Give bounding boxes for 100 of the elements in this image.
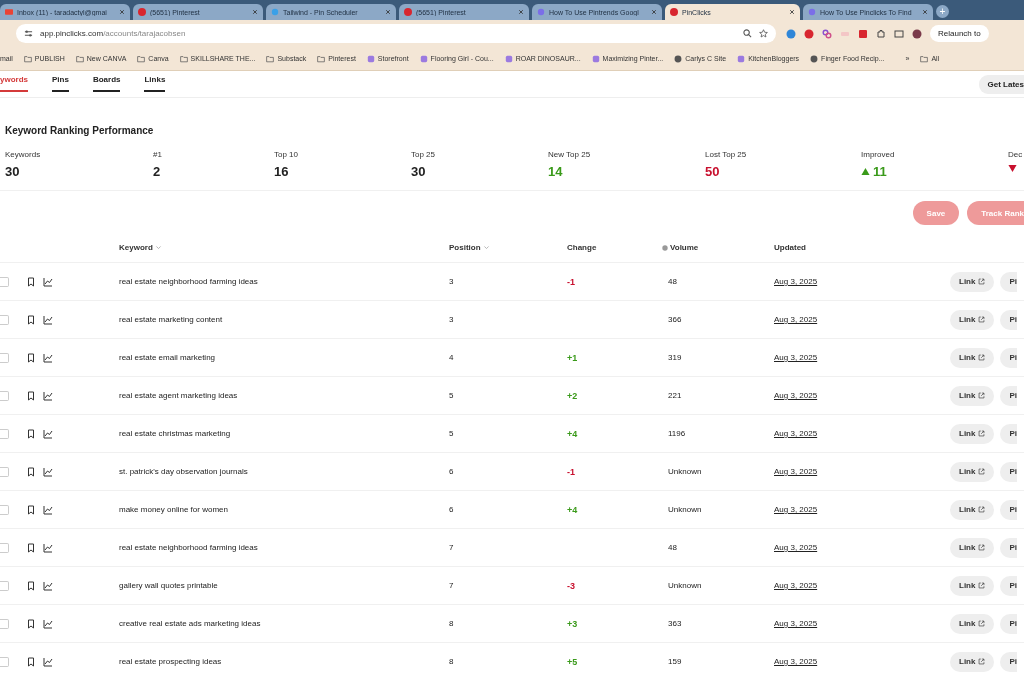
column-header: Volume xyxy=(662,243,774,252)
close-icon[interactable] xyxy=(119,9,125,15)
row-checkbox[interactable] xyxy=(0,618,9,629)
volume-cell-text: Unknown xyxy=(667,581,703,590)
row-checkbox[interactable] xyxy=(0,542,9,553)
close-icon[interactable] xyxy=(651,9,657,15)
chart-icon[interactable] xyxy=(43,580,53,591)
folder-icon xyxy=(266,54,275,63)
updated-date: Aug 3, 2025 xyxy=(774,619,819,628)
position-cell-text: 6 xyxy=(449,467,455,476)
bookmark-icon[interactable] xyxy=(26,656,36,667)
folder-icon xyxy=(23,54,32,63)
pin-button[interactable]: Pi xyxy=(1000,309,1017,330)
row-checkbox[interactable] xyxy=(0,352,9,363)
stat-label: Top 10 xyxy=(274,150,299,159)
bookmark-icon[interactable] xyxy=(26,314,36,325)
updated-date: Aug 3, 2025 xyxy=(774,315,819,324)
pin-button[interactable]: Pi xyxy=(1000,461,1017,482)
nav-tab[interactable]: Boards xyxy=(92,75,121,92)
nav-tab[interactable]: Links xyxy=(144,75,166,92)
bookmark-icon[interactable] xyxy=(26,428,36,439)
position-cell-text: 3 xyxy=(449,277,455,286)
row-checkbox[interactable] xyxy=(0,428,9,439)
bookmark-icon[interactable] xyxy=(26,618,36,629)
row-checkbox[interactable] xyxy=(0,504,9,515)
row-checkbox[interactable] xyxy=(0,580,9,591)
nav-tab[interactable]: Pins xyxy=(52,75,69,92)
link-button[interactable]: Link xyxy=(950,499,995,520)
close-icon[interactable] xyxy=(518,9,524,15)
stat-value: 16 xyxy=(274,164,289,179)
side-panel-icon[interactable] xyxy=(894,28,904,39)
circle-icon xyxy=(537,8,545,16)
extension-icon[interactable] xyxy=(786,28,796,39)
avatar-icon[interactable] xyxy=(912,28,922,39)
pin-button[interactable]: Pi xyxy=(1000,613,1017,634)
chart-icon[interactable] xyxy=(43,466,53,477)
position-cell-text: 4 xyxy=(449,353,455,362)
link-button[interactable]: Link xyxy=(950,575,995,596)
pin-button[interactable]: Pi xyxy=(1000,575,1017,596)
change-cell: +2 xyxy=(567,390,578,401)
pin-button[interactable]: Pi xyxy=(1000,537,1017,558)
pin-button[interactable]: Pi xyxy=(1000,423,1017,444)
close-icon[interactable] xyxy=(385,9,391,15)
column-header[interactable]: Keyword xyxy=(119,243,153,252)
external-link-icon xyxy=(978,354,986,361)
link-button[interactable]: Link xyxy=(950,461,995,482)
pin-logo-icon[interactable] xyxy=(804,28,814,39)
chart-icon[interactable] xyxy=(43,428,53,439)
updated-date: Aug 3, 2025 xyxy=(774,543,819,552)
link-icon[interactable] xyxy=(822,28,832,39)
chart-icon[interactable] xyxy=(43,618,53,629)
bookmark-icon[interactable] xyxy=(26,504,36,515)
pin-button[interactable]: Pi xyxy=(1000,651,1017,672)
pin-button[interactable]: Pi xyxy=(1000,499,1017,520)
link-button[interactable]: Link xyxy=(950,271,995,292)
get-latest-button[interactable]: Get Lates xyxy=(978,75,1024,94)
chart-icon[interactable] xyxy=(43,504,53,515)
link-button[interactable]: Link xyxy=(950,423,995,444)
address-bar[interactable]: app.pinclicks.com/accounts/tarajacobsen xyxy=(16,24,776,43)
relaunch-button[interactable]: Relaunch to xyxy=(930,25,989,42)
close-icon[interactable] xyxy=(789,9,795,15)
stat-label: Improved xyxy=(861,150,895,159)
row-checkbox[interactable] xyxy=(0,466,9,477)
chart-icon[interactable] xyxy=(43,352,53,363)
link-button[interactable]: Link xyxy=(950,613,995,634)
bookmark-icon[interactable] xyxy=(26,542,36,553)
bookmark-icon[interactable] xyxy=(26,276,36,287)
link-button[interactable]: Link xyxy=(950,347,995,368)
row-checkbox[interactable] xyxy=(0,276,9,287)
chart-icon[interactable] xyxy=(43,656,53,667)
column-header[interactable]: Position xyxy=(449,243,481,252)
external-link-icon xyxy=(978,468,986,475)
row-checkbox[interactable] xyxy=(0,314,9,325)
link-button[interactable]: Link xyxy=(950,385,995,406)
row-checkbox[interactable] xyxy=(0,390,9,401)
link-button[interactable]: Link xyxy=(950,537,995,558)
star-icon[interactable] xyxy=(759,29,768,38)
chart-icon[interactable] xyxy=(43,276,53,287)
bookmark-icon[interactable] xyxy=(26,466,36,477)
link-button[interactable]: Link xyxy=(950,309,995,330)
pin-button[interactable]: Pi xyxy=(1000,385,1017,406)
chart-icon[interactable] xyxy=(43,390,53,401)
nav-tab[interactable]: ywords xyxy=(0,75,28,92)
change-cell: +5 xyxy=(567,656,578,667)
pin-button[interactable]: Pi xyxy=(1000,347,1017,368)
row-checkbox[interactable] xyxy=(0,656,9,667)
link-button[interactable]: Link xyxy=(950,651,995,672)
updated-date: Aug 3, 2025 xyxy=(774,277,819,286)
bookmark-icon[interactable] xyxy=(26,580,36,591)
search-icon[interactable] xyxy=(743,29,752,38)
chart-icon[interactable] xyxy=(43,314,53,325)
circle-icon xyxy=(808,8,816,16)
pin-button[interactable]: Pi xyxy=(1000,271,1017,292)
close-icon[interactable] xyxy=(252,9,258,15)
updated-date: Aug 3, 2025 xyxy=(774,657,819,666)
close-icon[interactable] xyxy=(922,9,928,15)
bookmark-icon[interactable] xyxy=(26,390,36,401)
extension-icon[interactable] xyxy=(858,28,868,39)
bookmark-icon[interactable] xyxy=(26,352,36,363)
chart-icon[interactable] xyxy=(43,542,53,553)
